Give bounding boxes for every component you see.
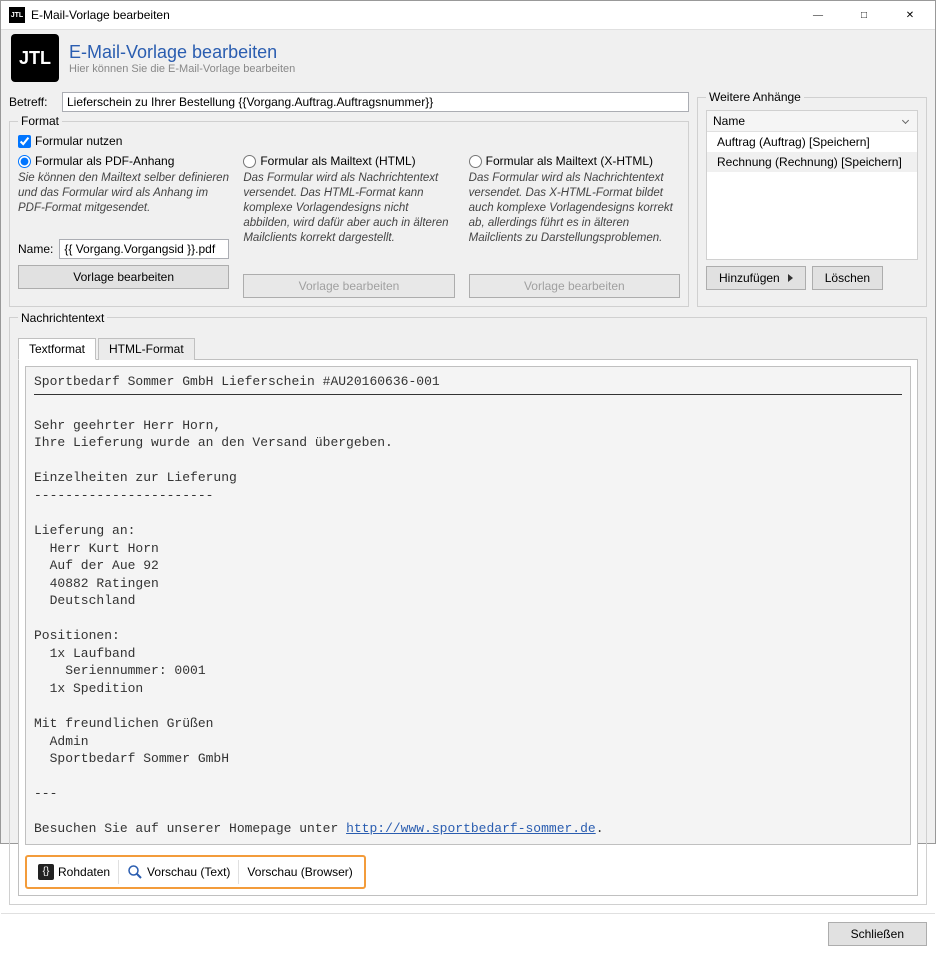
homepage-link[interactable]: http://www.sportbedarf-sommer.de bbox=[346, 821, 596, 836]
rawdata-tab[interactable]: {} Rohdaten bbox=[30, 860, 119, 884]
format-col-xhtml: Formular als Mailtext (X-HTML) Das Formu… bbox=[469, 154, 680, 298]
app-icon: JTL bbox=[9, 7, 25, 23]
attachments-header[interactable]: Name bbox=[707, 111, 917, 132]
format-fieldset: Format Formular nutzen Formular als PDF-… bbox=[9, 114, 689, 307]
add-attachment-button[interactable]: Hinzufügen bbox=[706, 266, 806, 290]
braces-icon: {} bbox=[38, 864, 54, 880]
maximize-button[interactable]: □ bbox=[841, 1, 887, 29]
attachments-header-label: Name bbox=[713, 114, 745, 128]
message-fieldset: Nachrichtentext Textformat HTML-Format S… bbox=[9, 311, 927, 905]
preview-toolbar: {} Rohdaten Vorschau (Text) Vorschau (Br… bbox=[25, 855, 366, 889]
app-window: JTL E-Mail-Vorlage bearbeiten — □ ✕ JTL … bbox=[0, 0, 936, 844]
tab-htmlformat[interactable]: HTML-Format bbox=[98, 338, 195, 360]
subject-input[interactable] bbox=[62, 92, 689, 112]
attachments-legend: Weitere Anhänge bbox=[706, 90, 804, 104]
delete-attachment-button[interactable]: Löschen bbox=[812, 266, 883, 290]
pdf-name-input[interactable] bbox=[59, 239, 229, 259]
message-tabs: Textformat HTML-Format bbox=[18, 338, 918, 360]
page-subtitle: Hier können Sie die E-Mail-Vorlage bearb… bbox=[69, 63, 295, 75]
use-form-checkbox[interactable] bbox=[18, 135, 31, 148]
message-editor[interactable]: Sportbedarf Sommer GmbH Lieferschein #AU… bbox=[26, 367, 910, 844]
window-title: E-Mail-Vorlage bearbeiten bbox=[31, 8, 795, 22]
chevron-right-icon bbox=[788, 274, 793, 282]
radio-html-label: Formular als Mailtext (HTML) bbox=[260, 154, 415, 168]
add-attachment-label: Hinzufügen bbox=[719, 271, 780, 285]
edit-template-xhtml-button: Vorlage bearbeiten bbox=[469, 274, 680, 298]
subject-label: Betreff: bbox=[9, 95, 54, 109]
close-dialog-button[interactable]: Schließen bbox=[828, 922, 927, 946]
tab-textformat[interactable]: Textformat bbox=[18, 338, 96, 360]
message-tab-content: Sportbedarf Sommer GmbH Lieferschein #AU… bbox=[18, 359, 918, 896]
preview-text-label: Vorschau (Text) bbox=[147, 865, 230, 879]
edit-template-html-button: Vorlage bearbeiten bbox=[243, 274, 454, 298]
radio-xhtml[interactable] bbox=[469, 155, 482, 168]
rawdata-label: Rohdaten bbox=[58, 865, 110, 879]
format-legend: Format bbox=[18, 114, 62, 128]
radio-pdf-label: Formular als PDF-Anhang bbox=[35, 154, 174, 168]
desc-pdf: Sie können den Mailtext selber definiere… bbox=[18, 171, 229, 235]
attachment-item[interactable]: Rechnung (Rechnung) [Speichern] bbox=[707, 152, 917, 172]
format-col-pdf: Formular als PDF-Anhang Sie können den M… bbox=[18, 154, 229, 298]
minimize-button[interactable]: — bbox=[795, 1, 841, 29]
footer: Schließen bbox=[1, 913, 935, 954]
format-col-html: Formular als Mailtext (HTML) Das Formula… bbox=[243, 154, 454, 298]
attachment-item[interactable]: Auftrag (Auftrag) [Speichern] bbox=[707, 132, 917, 152]
desc-xhtml: Das Formular wird als Nachrichtentext ve… bbox=[469, 171, 680, 246]
radio-pdf[interactable] bbox=[18, 155, 31, 168]
use-form-label: Formular nutzen bbox=[35, 134, 122, 148]
titlebar: JTL E-Mail-Vorlage bearbeiten — □ ✕ bbox=[1, 1, 935, 30]
attachments-fieldset: Weitere Anhänge Name Auftrag (Auftrag) [… bbox=[697, 90, 927, 307]
magnifier-icon bbox=[127, 864, 143, 880]
attachments-list[interactable]: Name Auftrag (Auftrag) [Speichern] Rechn… bbox=[706, 110, 918, 260]
pdf-name-label: Name: bbox=[18, 242, 53, 256]
chevron-down-icon[interactable] bbox=[902, 116, 909, 123]
edit-template-pdf-button[interactable]: Vorlage bearbeiten bbox=[18, 265, 229, 289]
preview-text-tab[interactable]: Vorschau (Text) bbox=[119, 860, 239, 884]
radio-html[interactable] bbox=[243, 155, 256, 168]
preview-browser-label: Vorschau (Browser) bbox=[247, 865, 352, 879]
message-legend: Nachrichtentext bbox=[18, 311, 107, 325]
close-button[interactable]: ✕ bbox=[887, 1, 933, 29]
page-header: JTL E-Mail-Vorlage bearbeiten Hier könne… bbox=[1, 30, 935, 90]
radio-xhtml-label: Formular als Mailtext (X-HTML) bbox=[486, 154, 653, 168]
preview-browser-tab[interactable]: Vorschau (Browser) bbox=[239, 861, 360, 883]
logo: JTL bbox=[11, 34, 59, 82]
desc-html: Das Formular wird als Nachrichtentext ve… bbox=[243, 171, 454, 246]
page-title: E-Mail-Vorlage bearbeiten bbox=[69, 42, 295, 63]
